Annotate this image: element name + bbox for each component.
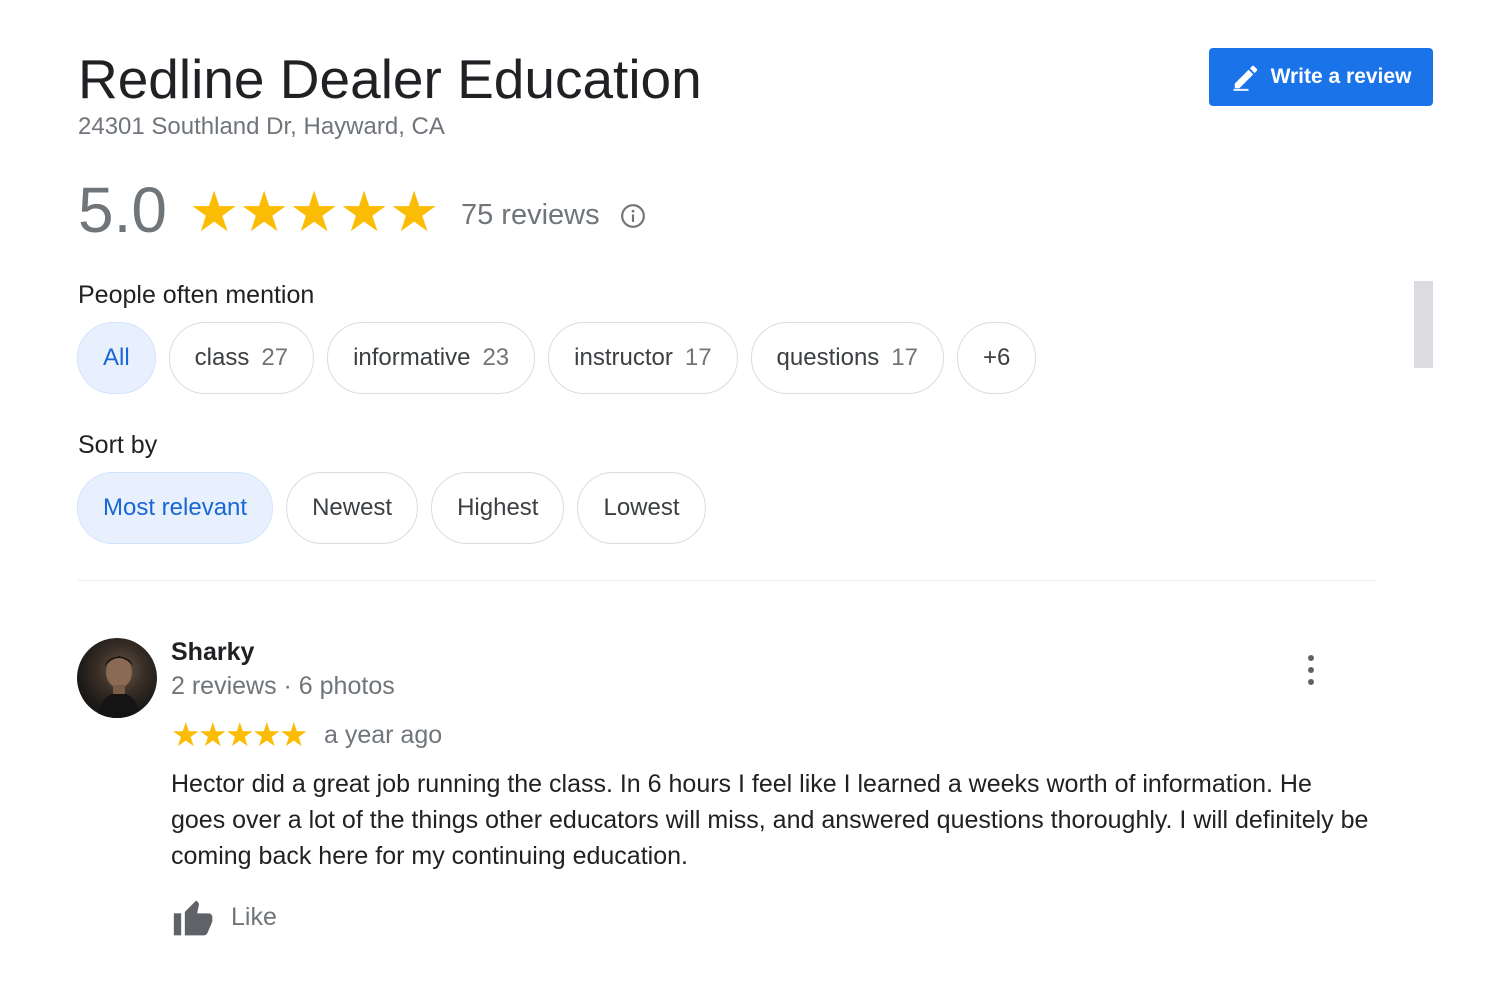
review-date: a year ago — [324, 720, 443, 749]
info-icon[interactable] — [620, 203, 646, 229]
sort-chips: Most relevant Newest Highest Lowest — [77, 472, 706, 544]
mention-chip-count: 17 — [891, 344, 918, 371]
mention-chip-label: All — [103, 344, 130, 371]
mention-chip[interactable]: questions 17 — [750, 322, 944, 394]
review-rating: ★ ★ ★ ★ ★ a year ago — [171, 718, 442, 752]
star-icon: ★ — [188, 180, 240, 243]
thumbs-up-icon — [173, 900, 213, 936]
review-text: Hector did a great job running the class… — [171, 770, 1369, 870]
mention-chip[interactable]: All — [77, 322, 156, 394]
mention-chip[interactable]: class 27 — [168, 322, 315, 394]
reviewer-name[interactable]: Sharky — [171, 638, 254, 667]
sort-heading: Sort by — [78, 431, 158, 459]
mentions-heading: People often mention — [78, 281, 315, 309]
reviews-panel: Redline Dealer Education 24301 Southland… — [0, 0, 1504, 1008]
rating-summary: 5.0 ★ ★ ★ ★ ★ 75 reviews — [78, 172, 646, 248]
star-icon: ★ — [279, 716, 309, 753]
scrollbar-thumb[interactable] — [1414, 281, 1433, 368]
review-count-link[interactable]: 75 reviews — [461, 199, 600, 232]
star-icon: ★ — [238, 180, 290, 243]
pencil-icon — [1233, 65, 1257, 91]
mention-chip[interactable]: informative 23 — [327, 322, 536, 394]
mention-chip-count: 27 — [261, 344, 289, 371]
write-review-label: Write a review — [1270, 65, 1412, 88]
star-icon: ★ — [338, 180, 390, 243]
review-stars: ★ ★ ★ ★ ★ — [171, 716, 309, 753]
business-title: Redline Dealer Education — [78, 48, 702, 110]
business-address: 24301 Southland Dr, Hayward, CA — [78, 113, 445, 140]
star-icon: ★ — [288, 180, 340, 243]
sort-option[interactable]: Most relevant — [77, 472, 274, 544]
avatar-photo — [97, 656, 141, 718]
divider — [78, 580, 1376, 581]
mention-chip[interactable]: instructor 17 — [548, 322, 738, 394]
star-icon: ★ — [252, 716, 282, 753]
mention-chip-count: 23 — [482, 344, 510, 371]
mention-chip-label: informative — [353, 344, 471, 371]
mention-chip-label: +6 — [983, 344, 1011, 371]
mention-chip-label: class — [194, 344, 250, 371]
sort-option[interactable]: Lowest — [577, 472, 706, 544]
mention-chip-label: questions — [776, 344, 880, 371]
star-icon: ★ — [171, 716, 201, 753]
star-icon: ★ — [388, 180, 440, 243]
star-icon: ★ — [225, 716, 255, 753]
avatar[interactable] — [77, 638, 157, 718]
rating-stars: ★ ★ ★ ★ ★ — [189, 184, 439, 240]
mention-chip-label: instructor — [574, 344, 673, 371]
mention-chip[interactable]: +6 — [957, 322, 1037, 394]
mention-chips: All class 27 informative 23 instructor 17 quest… — [77, 322, 1037, 394]
average-rating: 5.0 — [78, 174, 167, 246]
mention-chip-count: 17 — [684, 344, 712, 371]
more-vert-icon[interactable] — [1295, 652, 1327, 688]
star-icon: ★ — [198, 716, 228, 753]
sort-option[interactable]: Highest — [431, 472, 565, 544]
like-label: Like — [231, 902, 277, 931]
write-review-button[interactable]: Write a review — [1209, 48, 1433, 106]
like-button[interactable]: Like — [171, 893, 277, 941]
reviewer-meta: 2 reviews · 6 photos — [171, 672, 395, 700]
sort-option[interactable]: Newest — [286, 472, 419, 544]
